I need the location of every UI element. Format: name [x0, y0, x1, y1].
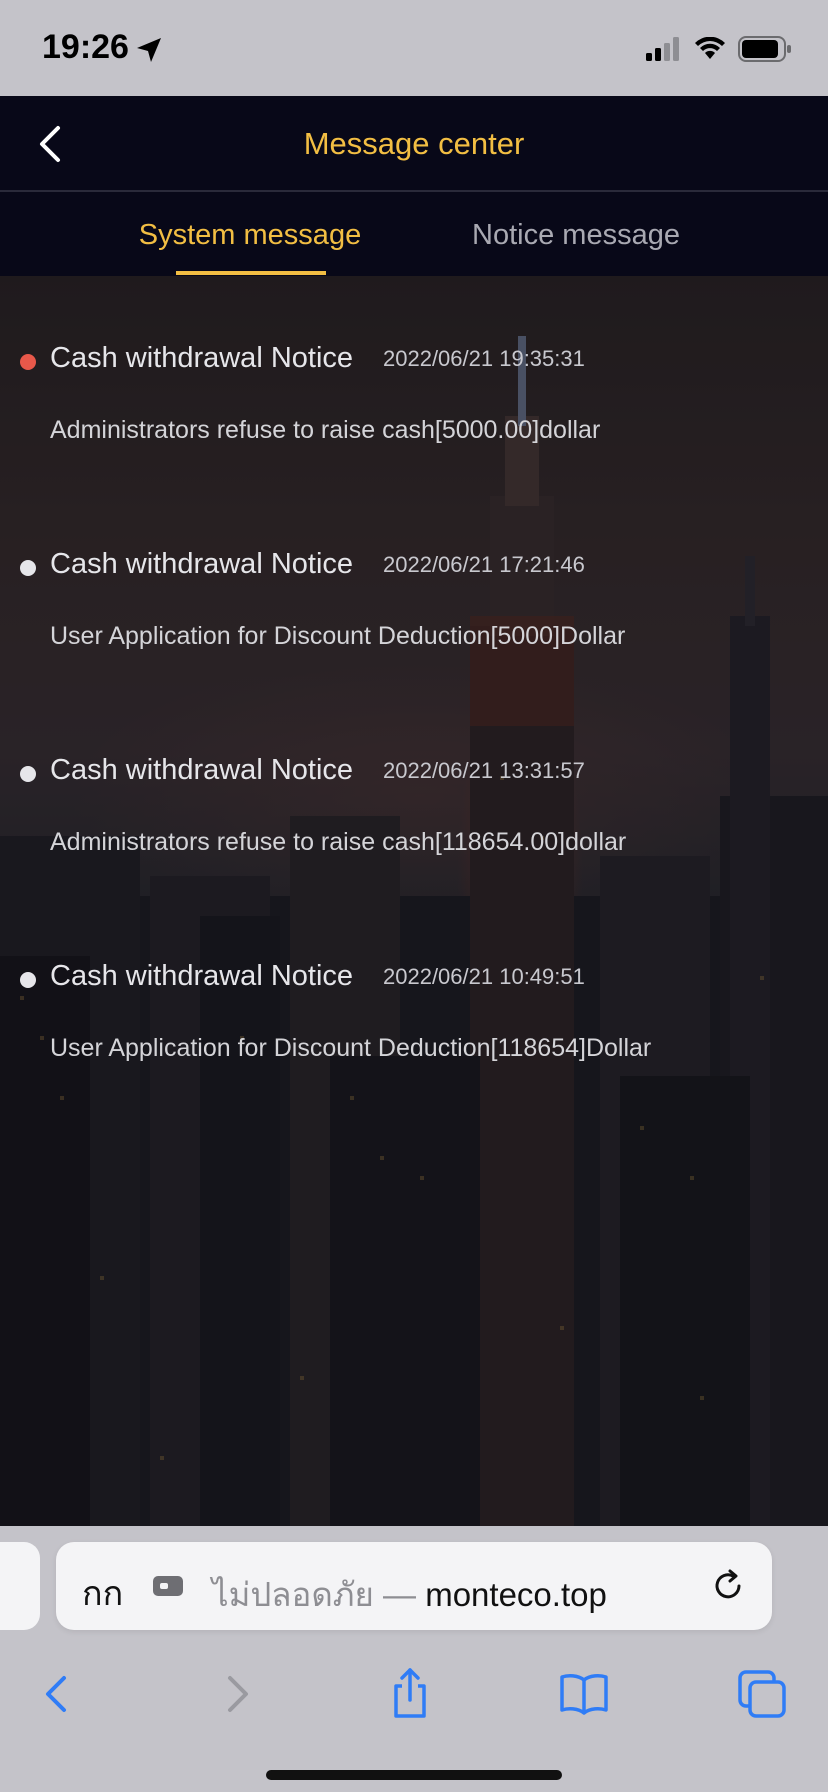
wifi-icon	[695, 37, 725, 59]
list-item[interactable]: Cash withdrawal Notice 2022/06/21 10:49:…	[0, 942, 828, 1148]
message-title: Cash withdrawal Notice	[50, 342, 354, 374]
message-body: User Application for Discount Deduction[…	[50, 622, 626, 650]
status-time: 19:26	[42, 28, 129, 66]
url-display: ไม่ปลอดภัย — monteco.top	[212, 1568, 607, 1621]
battery-icon	[738, 36, 791, 62]
page-title: Message center	[303, 126, 525, 161]
list-item[interactable]: Cash withdrawal Notice 2022/06/21 19:35:…	[0, 324, 828, 530]
extension-icon[interactable]	[152, 1572, 184, 1598]
tabs-icon[interactable]	[734, 1666, 790, 1722]
active-tab-indicator	[176, 271, 326, 275]
read-dot	[20, 972, 36, 988]
message-time: 2022/06/21 19:35:31	[383, 346, 585, 371]
message-time: 2022/06/21 17:21:46	[383, 552, 585, 577]
screen: 19:26 Message center System message Noti…	[0, 0, 828, 1792]
message-time: 2022/06/21 13:31:57	[383, 758, 585, 783]
browser-toolbar	[0, 1642, 828, 1752]
previous-tab-card[interactable]	[0, 1542, 40, 1630]
insecure-label: ไม่ปลอดภัย —	[212, 1576, 426, 1613]
share-icon[interactable]	[382, 1666, 438, 1722]
location-arrow-icon	[137, 38, 161, 62]
status-bar: 19:26	[0, 0, 828, 96]
reload-icon[interactable]	[708, 1566, 748, 1606]
message-title: Cash withdrawal Notice	[50, 548, 354, 580]
forward-icon[interactable]	[208, 1666, 264, 1722]
url-domain: monteco.top	[425, 1576, 607, 1613]
message-body: Administrators refuse to raise cash[5000…	[50, 416, 601, 444]
tab-bar: System message Notice message	[0, 192, 828, 276]
unread-dot	[20, 354, 36, 370]
tab-system-message[interactable]: System message	[110, 192, 390, 276]
browser-bottom-bar: กก ไม่ปลอดภัย — monteco.top	[0, 1526, 828, 1792]
read-dot	[20, 560, 36, 576]
tab-notice-message[interactable]: Notice message	[446, 192, 706, 276]
message-body: User Application for Discount Deduction[…	[50, 1034, 652, 1062]
bookmarks-icon[interactable]	[556, 1666, 612, 1722]
home-indicator	[266, 1770, 562, 1780]
message-time: 2022/06/21 10:49:51	[383, 964, 585, 989]
list-item[interactable]: Cash withdrawal Notice 2022/06/21 17:21:…	[0, 530, 828, 736]
message-title: Cash withdrawal Notice	[50, 754, 354, 786]
cellular-signal-icon	[646, 37, 679, 61]
address-bar[interactable]: กก ไม่ปลอดภัย — monteco.top	[56, 1542, 772, 1630]
message-list: Cash withdrawal Notice 2022/06/21 19:35:…	[0, 276, 828, 1526]
text-size-button[interactable]: กก	[82, 1566, 123, 1620]
back-icon[interactable]	[30, 1666, 86, 1722]
app-header: Message center	[0, 96, 828, 192]
message-body: Administrators refuse to raise cash[1186…	[50, 828, 627, 856]
message-title: Cash withdrawal Notice	[50, 960, 354, 992]
read-dot	[20, 766, 36, 782]
list-item[interactable]: Cash withdrawal Notice 2022/06/21 13:31:…	[0, 736, 828, 942]
status-icons	[646, 34, 792, 64]
